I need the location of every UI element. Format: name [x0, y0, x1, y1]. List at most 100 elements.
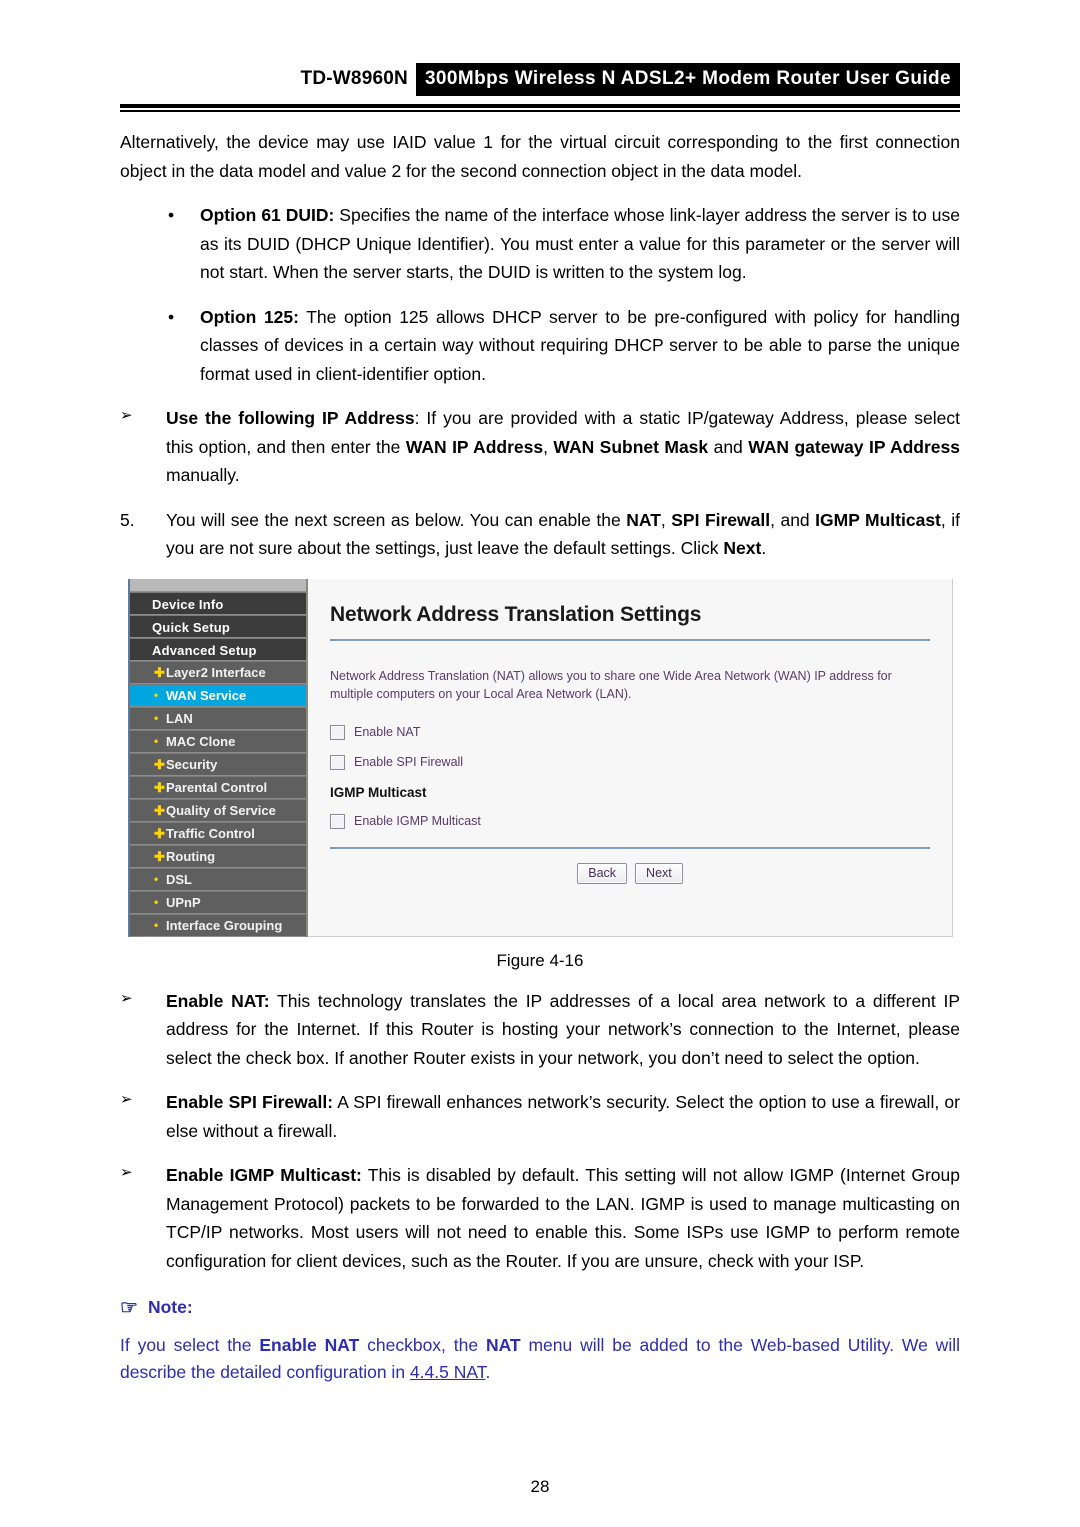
bullet-term: Option 125:	[200, 306, 299, 327]
definition-enable-igmp-multicast: ➢ Enable IGMP Multicast: This is disable…	[120, 1161, 960, 1275]
definition-term: Enable SPI Firewall:	[166, 1092, 334, 1113]
definition-text: Enable NAT: This technology translates t…	[166, 987, 960, 1073]
header-divider	[120, 104, 960, 112]
plus-icon: ✚	[154, 756, 165, 772]
dot-icon: •	[154, 918, 159, 933]
bullet-text: Option 61 DUID: Specifies the name of th…	[200, 201, 960, 287]
panel-button-row: Back Next	[330, 862, 930, 898]
step-number: 5.	[120, 509, 135, 530]
note-section-link[interactable]: 4.4.5 NAT	[410, 1362, 486, 1382]
step-body-3: , and	[770, 509, 816, 530]
header-rule-thick	[120, 104, 960, 108]
dot-icon: •	[154, 734, 159, 749]
note-body-4: .	[485, 1362, 491, 1383]
enable-igmp-multicast-row[interactable]: Enable IGMP Multicast	[330, 813, 930, 829]
definition-enable-spi-firewall: ➢ Enable SPI Firewall: A SPI firewall en…	[120, 1088, 960, 1145]
definition-text: Enable SPI Firewall: A SPI firewall enha…	[166, 1088, 960, 1145]
enable-igmp-multicast-checkbox[interactable]	[330, 813, 345, 829]
sidebar-item-quality-of-service[interactable]: ✚ Quality of Service	[130, 798, 306, 822]
sidebar-item-interface-grouping[interactable]: • Interface Grouping	[130, 913, 306, 937]
bullet-marker-icon: •	[168, 306, 175, 327]
panel-title-divider	[330, 638, 930, 641]
sidebar-item-label: Quality of Service	[166, 802, 276, 818]
step-5: 5. You will see the next screen as below…	[120, 506, 960, 563]
bullet-body: The option 125 allows DHCP server to be …	[200, 306, 960, 384]
back-button[interactable]: Back	[577, 862, 628, 884]
document-page: TD-W8960N 300Mbps Wireless N ADSL2+ Mode…	[0, 0, 1080, 1527]
bullet-option-61-duid: • Option 61 DUID: Specifies the name of …	[168, 201, 960, 287]
sidebar-item-traffic-control[interactable]: ✚ Traffic Control	[130, 821, 306, 845]
sidebar-item-parental-control[interactable]: ✚ Parental Control	[130, 775, 306, 799]
step-bold-3: IGMP Multicast	[815, 509, 941, 530]
panel-description: Network Address Translation (NAT) allows…	[330, 668, 892, 701]
next-button[interactable]: Next	[635, 862, 683, 884]
bullet-option-125: • Option 125: The option 125 allows DHCP…	[168, 303, 960, 389]
page-content: Alternatively, the device may use IAID v…	[120, 112, 960, 1387]
step-body-1: You will see the next screen as below. Y…	[166, 509, 627, 530]
sidebar-item-wan-service[interactable]: • WAN Service	[130, 683, 306, 707]
bullet-bold-1: WAN IP Address	[405, 436, 544, 457]
step-body-2: ,	[660, 509, 672, 530]
sidebar-item-layer2-interface[interactable]: ✚ Layer2 Interface	[130, 660, 306, 684]
bullet-body-3: and	[708, 436, 749, 457]
router-main-panel: Network Address Translation Settings Net…	[308, 578, 953, 937]
sidebar-top-cap	[130, 578, 306, 592]
bullet-text: Option 125: The option 125 allows DHCP s…	[200, 303, 960, 389]
arrow-bullet-icon: ➢	[120, 1091, 133, 1109]
bullet-marker-icon: •	[168, 205, 175, 226]
page-number: 28	[530, 1477, 550, 1496]
plus-icon: ✚	[154, 848, 165, 864]
enable-igmp-multicast-label: Enable IGMP Multicast	[354, 814, 481, 829]
router-sidebar-nav: Device Info Quick Setup Advanced Setup ✚…	[130, 578, 308, 937]
page-header: TD-W8960N 300Mbps Wireless N ADSL2+ Mode…	[120, 0, 960, 100]
sidebar-item-dsl[interactable]: • DSL	[130, 867, 306, 891]
step-bold-2: SPI Firewall	[671, 509, 771, 530]
bullet-use-following-ip-address: ➢ Use the following IP Address: If you a…	[120, 404, 960, 490]
arrow-bullet-icon: ➢	[120, 1164, 133, 1182]
sidebar-item-upnp[interactable]: • UPnP	[130, 890, 306, 914]
bullet-bold-3: WAN gateway IP Address	[748, 436, 960, 457]
sidebar-item-label: WAN Service	[166, 687, 247, 703]
dot-icon: •	[154, 711, 159, 726]
pointing-hand-icon: ☞	[120, 1296, 138, 1319]
sidebar-item-mac-clone[interactable]: • MAC Clone	[130, 729, 306, 753]
bullet-term: Option 61 DUID:	[200, 205, 335, 226]
sidebar-item-label: DSL	[166, 871, 192, 887]
definition-term: Enable IGMP Multicast:	[166, 1165, 362, 1186]
bullet-bold-2: WAN Subnet Mask	[553, 436, 709, 457]
sidebar-item-quick-setup[interactable]: Quick Setup	[130, 614, 306, 638]
definition-enable-nat: ➢ Enable NAT: This technology translates…	[120, 987, 960, 1073]
enable-spi-firewall-checkbox[interactable]	[330, 754, 345, 770]
enable-spi-firewall-row[interactable]: Enable SPI Firewall	[330, 754, 930, 770]
arrow-bullet-icon: ➢	[120, 989, 133, 1007]
figure-caption: Figure 4-16	[496, 950, 584, 970]
enable-nat-row[interactable]: Enable NAT	[330, 724, 930, 740]
plus-icon: ✚	[154, 825, 165, 841]
plus-icon: ✚	[154, 802, 165, 818]
sidebar-item-lan[interactable]: • LAN	[130, 706, 306, 730]
dot-icon: •	[154, 895, 159, 910]
step-body-5: .	[761, 538, 767, 559]
sidebar-item-advanced-setup[interactable]: Advanced Setup	[130, 637, 306, 661]
step-text: You will see the next screen as below. Y…	[166, 506, 960, 563]
bullet-term: Use the following IP Address	[166, 408, 415, 429]
header-product-title: 300Mbps Wireless N ADSL2+ Modem Router U…	[415, 62, 960, 96]
sidebar-item-label: Traffic Control	[166, 825, 255, 841]
sidebar-item-label: Interface Grouping	[166, 917, 283, 933]
note-heading: ☞ Note:	[120, 1297, 960, 1318]
bullet-text: Use the following IP Address: If you are…	[166, 404, 960, 490]
panel-title: Network Address Translation Settings	[330, 602, 702, 626]
definition-term: Enable NAT:	[166, 990, 270, 1011]
note-body: If you select the Enable NAT checkbox, t…	[120, 1332, 960, 1386]
plus-icon: ✚	[154, 664, 165, 680]
dot-icon: •	[154, 688, 159, 703]
note-body-1: If you select the	[120, 1335, 260, 1356]
dot-icon: •	[154, 872, 159, 887]
sidebar-item-security[interactable]: ✚ Security	[130, 752, 306, 776]
bullet-body-2: ,	[543, 436, 554, 457]
definition-text: Enable IGMP Multicast: This is disabled …	[166, 1161, 960, 1275]
sidebar-item-device-info[interactable]: Device Info	[130, 591, 306, 615]
enable-nat-checkbox[interactable]	[330, 724, 345, 740]
sidebar-item-routing[interactable]: ✚ Routing	[130, 844, 306, 868]
sidebar-item-label: Layer2 Interface	[166, 664, 266, 680]
